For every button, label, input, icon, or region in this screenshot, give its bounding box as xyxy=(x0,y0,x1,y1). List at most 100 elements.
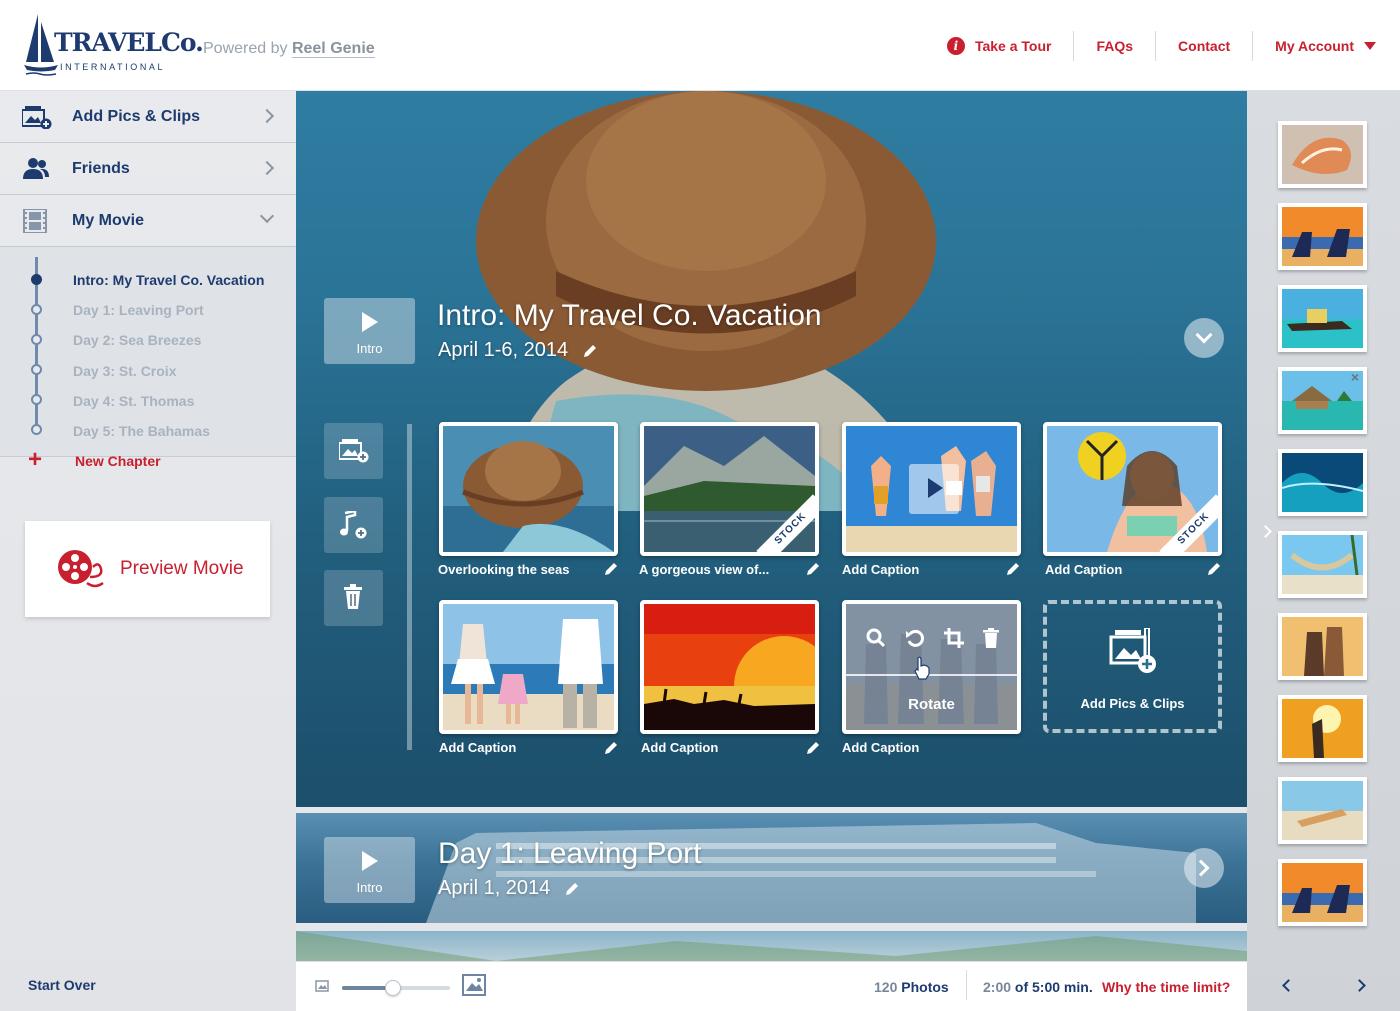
caption-text[interactable]: Add Caption xyxy=(1045,562,1122,577)
sidebar-item-add-pics[interactable]: Add Pics & Clips xyxy=(0,91,296,143)
divider xyxy=(966,970,967,1000)
image-large-icon[interactable] xyxy=(462,974,486,996)
photo-hammock xyxy=(1282,535,1363,594)
expand-chapter-button[interactable] xyxy=(1184,848,1224,888)
collapse-chapter-button[interactable] xyxy=(1184,318,1224,358)
chapter-item-day3[interactable]: Day 3: St. Croix xyxy=(73,363,176,379)
edit-pencil-icon[interactable] xyxy=(1206,561,1222,577)
gallery-next-button[interactable] xyxy=(1353,979,1366,992)
sidebar-item-friends[interactable]: Friends xyxy=(0,143,296,195)
caption-text[interactable]: A gorgeous view of... xyxy=(639,562,769,577)
edit-pencil-icon[interactable] xyxy=(603,740,619,756)
media-thumb[interactable]: STOCK xyxy=(1043,422,1222,556)
gallery-thumb[interactable] xyxy=(1278,285,1367,352)
info-icon: i xyxy=(946,37,965,55)
header: TRAVELCo. INTERNATIONAL Powered by Reel … xyxy=(0,0,1400,91)
chapter-dot xyxy=(31,364,42,375)
gallery-thumb[interactable] xyxy=(1278,203,1367,270)
add-music-icon xyxy=(340,511,367,539)
rotate-icon[interactable] xyxy=(905,628,927,650)
start-over-link[interactable]: Start Over xyxy=(28,977,96,993)
media-thumb-editing[interactable]: Rotate xyxy=(842,600,1021,734)
play-chapter-button[interactable]: Intro xyxy=(324,837,415,903)
crop-icon[interactable] xyxy=(944,628,964,648)
remove-icon[interactable]: × xyxy=(1351,369,1359,385)
gallery-thumb[interactable] xyxy=(1278,449,1367,516)
sidebar-add-pics-label: Add Pics & Clips xyxy=(72,107,201,125)
powered-by: Powered by Reel Genie xyxy=(203,40,375,58)
edit-pencil-icon[interactable] xyxy=(603,561,619,577)
media-thumb[interactable]: STOCK xyxy=(640,422,819,556)
gallery-thumb[interactable] xyxy=(1278,531,1367,598)
chapter-date: April 1, 2014 xyxy=(438,877,551,899)
contact-link[interactable]: Contact xyxy=(1156,31,1254,61)
chapter-dot xyxy=(31,274,42,285)
chapter-item-day4[interactable]: Day 4: St. Thomas xyxy=(73,393,194,409)
time-limit-link[interactable]: Why the time limit? xyxy=(1102,979,1230,995)
caption-text[interactable]: Add Caption xyxy=(641,740,718,755)
media-thumb[interactable] xyxy=(640,600,819,734)
gallery-thumb[interactable] xyxy=(1278,777,1367,844)
photo-count: 120 Photos xyxy=(874,979,949,995)
chapter-date-row[interactable]: April 1-6, 2014 xyxy=(438,339,598,362)
caption-text[interactable]: Overlooking the seas xyxy=(438,562,570,577)
travelco-logo[interactable]: TRAVELCo. INTERNATIONAL xyxy=(24,12,204,78)
rotate-tooltip: Rotate xyxy=(908,696,955,713)
add-media-tool-button[interactable] xyxy=(324,423,383,479)
preview-movie-button[interactable]: Preview Movie xyxy=(25,521,270,617)
gallery-thumb[interactable] xyxy=(1278,859,1367,926)
faqs-link[interactable]: FAQs xyxy=(1074,31,1157,61)
caption-text[interactable]: Add Caption xyxy=(842,740,919,755)
caption-text[interactable]: Add Caption xyxy=(439,740,516,755)
chapter-date-row[interactable]: April 1, 2014 xyxy=(438,877,580,900)
collapse-gallery-arrow[interactable] xyxy=(1259,525,1272,538)
gallery-thumb[interactable] xyxy=(1278,695,1367,762)
photo-seashell xyxy=(1282,125,1363,184)
new-chapter-button[interactable]: New Chapter xyxy=(75,453,161,469)
chapter-date: April 1-6, 2014 xyxy=(438,339,569,361)
zoom-slider[interactable] xyxy=(342,980,450,996)
photo-sunset xyxy=(644,604,815,730)
sidebar-item-my-movie[interactable]: My Movie xyxy=(0,195,296,247)
sidebar: Add Pics & Clips Friends My Movie Intro:… xyxy=(0,91,296,1011)
chapter-dot xyxy=(31,304,42,315)
sidebar-my-movie-label: My Movie xyxy=(72,211,145,229)
take-a-tour-link[interactable]: i Take a Tour xyxy=(925,31,1075,61)
chapter-dot xyxy=(31,394,42,405)
media-thumb[interactable] xyxy=(439,422,618,556)
gallery-thumb[interactable] xyxy=(1278,121,1367,188)
play-chapter-button[interactable]: Intro xyxy=(324,298,415,364)
media-thumb-video[interactable] xyxy=(842,422,1021,556)
trash-icon xyxy=(344,584,362,609)
trash-icon[interactable] xyxy=(982,628,1000,648)
delete-tool-button[interactable] xyxy=(324,570,383,626)
gallery-thumb[interactable] xyxy=(1278,613,1367,680)
chapter-item-day1[interactable]: Day 1: Leaving Port xyxy=(73,302,204,318)
chapter-item-day2[interactable]: Day 2: Sea Breezes xyxy=(73,332,201,348)
media-thumb[interactable] xyxy=(439,600,618,734)
add-music-tool-button[interactable] xyxy=(324,497,383,553)
chapter-item-day5[interactable]: Day 5: The Bahamas xyxy=(73,423,210,439)
caption-text[interactable]: Add Caption xyxy=(842,562,919,577)
edit-pencil-icon[interactable] xyxy=(805,740,821,756)
video-play-button[interactable] xyxy=(909,464,959,514)
chapter-item-intro[interactable]: Intro: My Travel Co. Vacation xyxy=(73,272,264,288)
film-icon xyxy=(23,209,47,233)
powered-brand-link[interactable]: Reel Genie xyxy=(291,40,375,58)
time-used: 2:00 of 5:00 min. xyxy=(983,979,1093,995)
zoom-icon[interactable] xyxy=(866,628,886,648)
chapter-section-intro: Intro Intro: My Travel Co. Vacation Apri… xyxy=(296,91,1247,807)
play-icon xyxy=(362,312,378,332)
photo-count-label: Photos xyxy=(901,979,949,995)
gallery-thumb-selected[interactable]: × xyxy=(1278,367,1367,434)
edit-pencil-icon[interactable] xyxy=(805,561,821,577)
edit-pencil-icon[interactable] xyxy=(1005,561,1021,577)
zoom-slider-handle[interactable] xyxy=(384,980,401,996)
image-small-icon[interactable] xyxy=(315,980,329,992)
my-account-menu[interactable]: My Account xyxy=(1253,31,1400,61)
gallery-prev-button[interactable] xyxy=(1282,979,1295,992)
chevron-down-icon xyxy=(1195,326,1213,344)
film-reel-icon xyxy=(58,550,104,588)
take-a-tour-label: Take a Tour xyxy=(974,38,1052,54)
add-pics-clips-tile[interactable]: Add Pics & Clips xyxy=(1043,600,1222,733)
